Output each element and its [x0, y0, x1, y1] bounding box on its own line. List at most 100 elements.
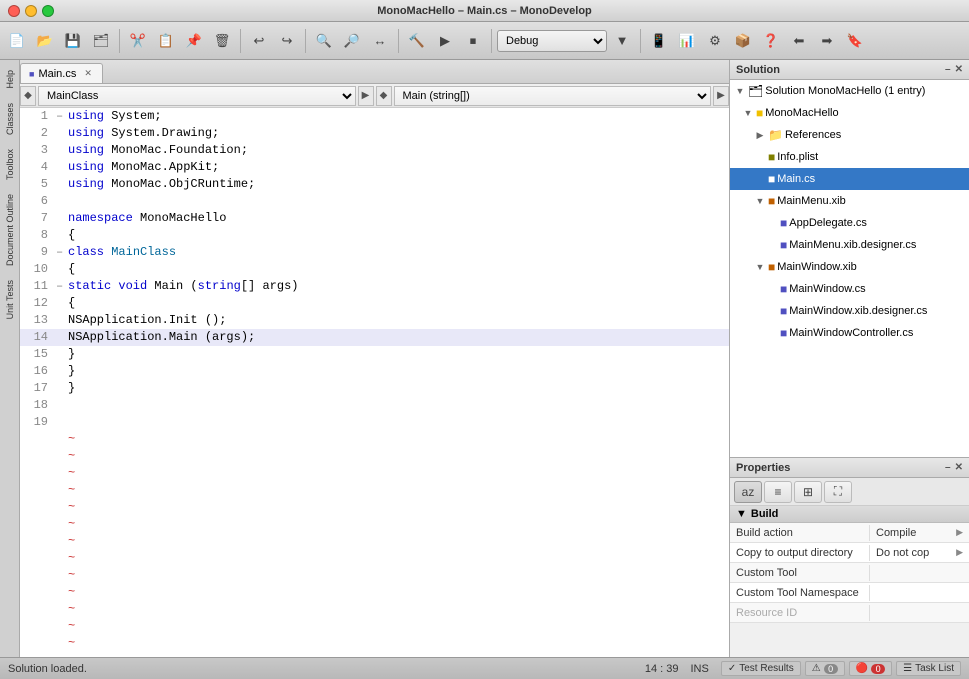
close-button[interactable]: [8, 5, 20, 17]
props-view-btn-4[interactable]: ⛶: [824, 481, 852, 503]
cut-button[interactable]: ✂️: [125, 28, 151, 54]
tree-project[interactable]: ▼ ■ MonoMacHello: [730, 102, 969, 124]
solution-tree[interactable]: ▼ 🗂 Solution MonoMacHello (1 entry) ▼ ■ …: [730, 80, 969, 457]
tree-mainwindowcontroller-cs[interactable]: ■ MainWindowController.cs: [730, 322, 969, 344]
mainwindowcontroller-cs-icon: ■: [780, 324, 787, 342]
plist-file-icon: ■: [768, 148, 775, 166]
tree-mainwindow-cs[interactable]: ■ MainWindow.cs: [730, 278, 969, 300]
profile-button[interactable]: 📊: [674, 28, 700, 54]
panel-minimize-icon[interactable]: –: [945, 64, 951, 75]
warnings-tab[interactable]: ⚠ 0: [805, 661, 845, 676]
tree-main-cs[interactable]: ■ Main.cs: [730, 168, 969, 190]
tree-mainmenu-designer-cs[interactable]: ■ MainMenu.xib.designer.cs: [730, 234, 969, 256]
sidebar-item-classes[interactable]: Classes: [3, 97, 17, 141]
props-view-btn-1[interactable]: az: [734, 481, 762, 503]
paste-button[interactable]: 📌: [181, 28, 207, 54]
save-button[interactable]: 💾: [60, 28, 86, 54]
package-button[interactable]: 📦: [730, 28, 756, 54]
class-nav-left[interactable]: ◆: [20, 86, 36, 106]
help-toolbar-button[interactable]: ❓: [758, 28, 784, 54]
props-section-expand-icon: ▼: [736, 508, 747, 520]
sidebar-item-document-outline[interactable]: Document Outline: [3, 188, 17, 272]
props-value-custom-tool[interactable]: [870, 571, 969, 575]
right-panel: Solution – ✕ ▼ 🗂 Solution MonoMacHello (…: [729, 60, 969, 657]
tree-mainwindow-xib[interactable]: ▼ ■ MainWindow.xib: [730, 256, 969, 278]
tree-mainmenu-xib[interactable]: ▼ ■ MainMenu.xib: [730, 190, 969, 212]
code-line-7: 7 namespace MonoMacHello: [20, 210, 729, 227]
build-button[interactable]: 🔨: [404, 28, 430, 54]
tree-mainwindow-designer-cs[interactable]: ■ MainWindow.xib.designer.cs: [730, 300, 969, 322]
configuration-select[interactable]: Debug Release: [497, 30, 607, 52]
expand-project-icon[interactable]: ▼: [742, 104, 754, 122]
window-controls[interactable]: [8, 5, 54, 17]
tab-close-icon[interactable]: ✕: [84, 68, 92, 79]
prev-button[interactable]: ⬅: [786, 28, 812, 54]
class-nav-right[interactable]: ▶: [358, 86, 374, 106]
fold-9[interactable]: –: [56, 244, 68, 261]
undo-button[interactable]: ↩: [246, 28, 272, 54]
sidebar-item-unit-tests[interactable]: Unit Tests: [3, 274, 17, 325]
code-editor[interactable]: 1 – using System; 2 using System.Drawing…: [20, 108, 729, 657]
replace-button[interactable]: ↔: [367, 28, 393, 54]
props-arrow-build-action[interactable]: ▶: [956, 527, 963, 538]
expand-mainmenu-icon[interactable]: ▼: [754, 192, 766, 210]
sidebar-item-toolbox[interactable]: Toolbox: [3, 143, 17, 186]
minimize-button[interactable]: [25, 5, 37, 17]
new-button[interactable]: 📄: [4, 28, 30, 54]
bookmark-button[interactable]: 🔖: [842, 28, 868, 54]
props-minimize-icon[interactable]: –: [945, 462, 951, 473]
sidebar-item-help[interactable]: Help: [3, 64, 17, 95]
title-bar: MonoMacHello – Main.cs – MonoDevelop: [0, 0, 969, 22]
run-button[interactable]: ▶: [432, 28, 458, 54]
tree-root[interactable]: ▼ 🗂 Solution MonoMacHello (1 entry): [730, 80, 969, 102]
props-value-custom-tool-ns[interactable]: [870, 591, 969, 595]
tree-appdelegate-cs[interactable]: ■ AppDelegate.cs: [730, 212, 969, 234]
mainwindow-xib-icon: ■: [768, 258, 775, 276]
copy-button[interactable]: 📋: [153, 28, 179, 54]
code-line-20: ~: [20, 431, 729, 448]
settings-button[interactable]: ⚙: [702, 28, 728, 54]
find-files-button[interactable]: 🔎: [339, 28, 365, 54]
code-line-32: ~: [20, 635, 729, 652]
fold-1[interactable]: –: [56, 108, 68, 125]
expand-references-icon[interactable]: ▶: [754, 126, 766, 144]
editor-tab-main-cs[interactable]: ■ Main.cs ✕: [20, 63, 103, 83]
test-results-tab[interactable]: ✓ Test Results: [721, 661, 801, 676]
props-section-build[interactable]: ▼ Build: [730, 506, 969, 523]
devices-button[interactable]: 📱: [646, 28, 672, 54]
tree-references[interactable]: ▶ 📁 References: [730, 124, 969, 146]
fold-11[interactable]: –: [56, 278, 68, 295]
method-select[interactable]: Main (string[]): [394, 86, 712, 106]
class-select[interactable]: MainClass: [38, 86, 356, 106]
expand-root-icon[interactable]: ▼: [734, 82, 746, 100]
method-nav-right[interactable]: ▶: [713, 86, 729, 106]
dropdown-button[interactable]: ▼: [609, 28, 635, 54]
props-view-btn-3[interactable]: ⊞: [794, 481, 822, 503]
test-results-label: Test Results: [739, 663, 793, 674]
cs-file-icon: ■: [29, 69, 34, 79]
code-line-31: ~: [20, 618, 729, 635]
stop-button[interactable]: ⏹: [460, 28, 486, 54]
find-button[interactable]: 🔍: [311, 28, 337, 54]
maximize-button[interactable]: [42, 5, 54, 17]
code-line-9: 9 – class MainClass: [20, 244, 729, 261]
save-all-button[interactable]: 🗂: [88, 28, 114, 54]
delete-button[interactable]: 🗑: [209, 28, 235, 54]
expand-mainwindow-icon[interactable]: ▼: [754, 258, 766, 276]
open-button[interactable]: 📂: [32, 28, 58, 54]
errors-tab[interactable]: 🔴 0: [849, 661, 892, 676]
props-view-btn-2[interactable]: ≡: [764, 481, 792, 503]
next-button[interactable]: ➡: [814, 28, 840, 54]
code-line-13: 13 NSApplication.Init ();: [20, 312, 729, 329]
window-title: MonoMacHello – Main.cs – MonoDevelop: [377, 5, 592, 17]
method-nav-left[interactable]: ◆: [376, 86, 392, 106]
props-value-copy-output[interactable]: Do not cop ▶: [870, 545, 969, 561]
props-value-resource-id: [870, 611, 969, 615]
redo-button[interactable]: ↪: [274, 28, 300, 54]
tree-info-plist[interactable]: ■ Info.plist: [730, 146, 969, 168]
props-close-icon[interactable]: ✕: [955, 462, 963, 473]
props-value-build-action[interactable]: Compile ▶: [870, 525, 969, 541]
props-arrow-copy-output[interactable]: ▶: [956, 547, 963, 558]
task-list-tab[interactable]: ☰ Task List: [896, 661, 961, 676]
panel-close-icon[interactable]: ✕: [955, 64, 963, 75]
